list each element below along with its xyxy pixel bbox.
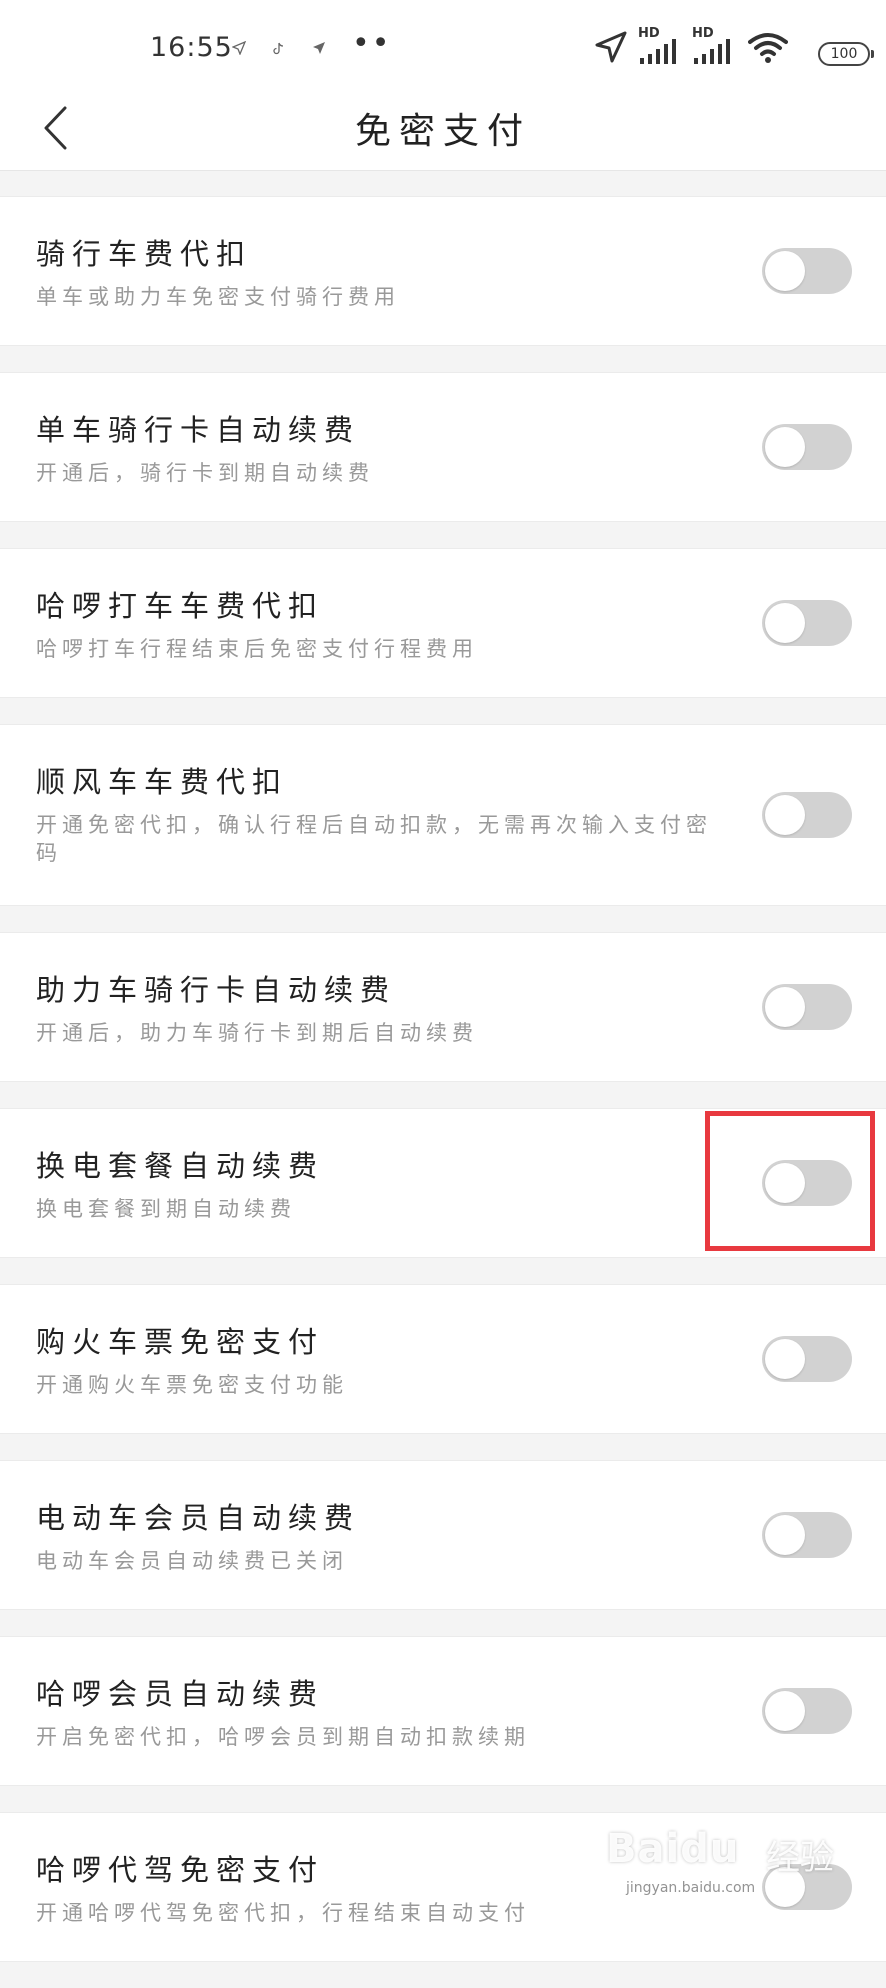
item-description: 开通哈啰代驾免密代扣，行程结束自动支付 (36, 1901, 530, 1925)
item-title: 哈啰代驾免密支付 (36, 1853, 325, 1887)
list-item: 哈啰打车车费代扣 哈啰打车行程结束后免密支付行程费用 (0, 548, 886, 698)
list-item: 单车骑行卡自动续费 开通后，骑行卡到期自动续费 (0, 372, 886, 522)
item-description: 开通后，骑行卡到期自动续费 (36, 461, 374, 485)
navigation-arrow-icon (312, 40, 326, 59)
toggle-knob (765, 1867, 805, 1907)
toggle-switch[interactable] (762, 792, 852, 838)
signal-icon (638, 38, 678, 70)
item-description: 单车或助力车免密支付骑行费用 (36, 285, 400, 309)
item-title: 哈啰打车车费代扣 (36, 589, 325, 623)
highlight-annotation-box (705, 1111, 875, 1251)
list-item: 购火车票免密支付 开通购火车票免密支付功能 (0, 1284, 886, 1434)
list-item: 助力车骑行卡自动续费 开通后，助力车骑行卡到期后自动续费 (0, 932, 886, 1082)
toggle-knob (765, 987, 805, 1027)
item-title: 助力车骑行卡自动续费 (36, 973, 397, 1007)
battery-icon: 100 (818, 42, 874, 66)
item-title: 顺风车车费代扣 (36, 765, 289, 799)
toggle-switch[interactable] (762, 1512, 852, 1558)
item-description: 开通后，助力车骑行卡到期后自动续费 (36, 1021, 478, 1045)
list-item: 电动车会员自动续费 电动车会员自动续费已关闭 (0, 1460, 886, 1610)
item-description: 开通购火车票免密支付功能 (36, 1373, 348, 1397)
list-item: 骑行车费代扣 单车或助力车免密支付骑行费用 (0, 196, 886, 346)
toggle-switch[interactable] (762, 984, 852, 1030)
item-title: 换电套餐自动续费 (36, 1149, 325, 1183)
item-title: 电动车会员自动续费 (36, 1501, 361, 1535)
toggle-switch[interactable] (762, 600, 852, 646)
list-item: 哈啰会员自动续费 开启免密代扣，哈啰会员到期自动扣款续期 (0, 1636, 886, 1786)
toggle-knob (765, 427, 805, 467)
toggle-knob (765, 1339, 805, 1379)
status-time: 16:55 (150, 32, 233, 63)
item-title: 单车骑行卡自动续费 (36, 413, 361, 447)
wifi-icon (748, 32, 788, 68)
toggle-switch[interactable] (762, 1336, 852, 1382)
more-notifications-icon: •• (352, 26, 392, 61)
item-description: 开启免密代扣，哈啰会员到期自动扣款续期 (36, 1725, 530, 1749)
signal-icon (692, 38, 732, 70)
toggle-switch[interactable] (762, 424, 852, 470)
tiktok-icon (272, 40, 286, 59)
toggle-knob (765, 1515, 805, 1555)
item-title: 购火车票免密支付 (36, 1325, 325, 1359)
navigation-arrow-icon (231, 40, 247, 59)
nav-bar: 免密支付 (0, 86, 886, 171)
item-description: 电动车会员自动续费已关闭 (36, 1549, 348, 1573)
item-title: 骑行车费代扣 (36, 237, 253, 271)
location-icon (594, 30, 628, 68)
list-item: 哈啰代驾免密支付 开通哈啰代驾免密代扣，行程结束自动支付 (0, 1812, 886, 1962)
item-title: 哈啰会员自动续费 (36, 1677, 325, 1711)
toggle-switch[interactable] (762, 248, 852, 294)
toggle-switch[interactable] (762, 1864, 852, 1910)
status-bar: 16:55 •• HD HD 100 (0, 0, 886, 86)
toggle-knob (765, 603, 805, 643)
toggle-switch[interactable] (762, 1688, 852, 1734)
settings-list: 骑行车费代扣 单车或助力车免密支付骑行费用 单车骑行卡自动续费 开通后，骑行卡到… (0, 196, 886, 1988)
toggle-knob (765, 1691, 805, 1731)
toggle-knob (765, 795, 805, 835)
item-description: 换电套餐到期自动续费 (36, 1197, 296, 1221)
item-description: 开通免密代扣，确认行程后自动扣款，无需再次输入支付密码 (36, 813, 712, 865)
list-item: 顺风车车费代扣 开通免密代扣，确认行程后自动扣款，无需再次输入支付密码 (0, 724, 886, 906)
status-right: HD HD 100 (586, 26, 886, 70)
page-title: 免密支付 (354, 111, 531, 152)
toggle-knob (765, 251, 805, 291)
item-description: 哈啰打车行程结束后免密支付行程费用 (36, 637, 478, 661)
